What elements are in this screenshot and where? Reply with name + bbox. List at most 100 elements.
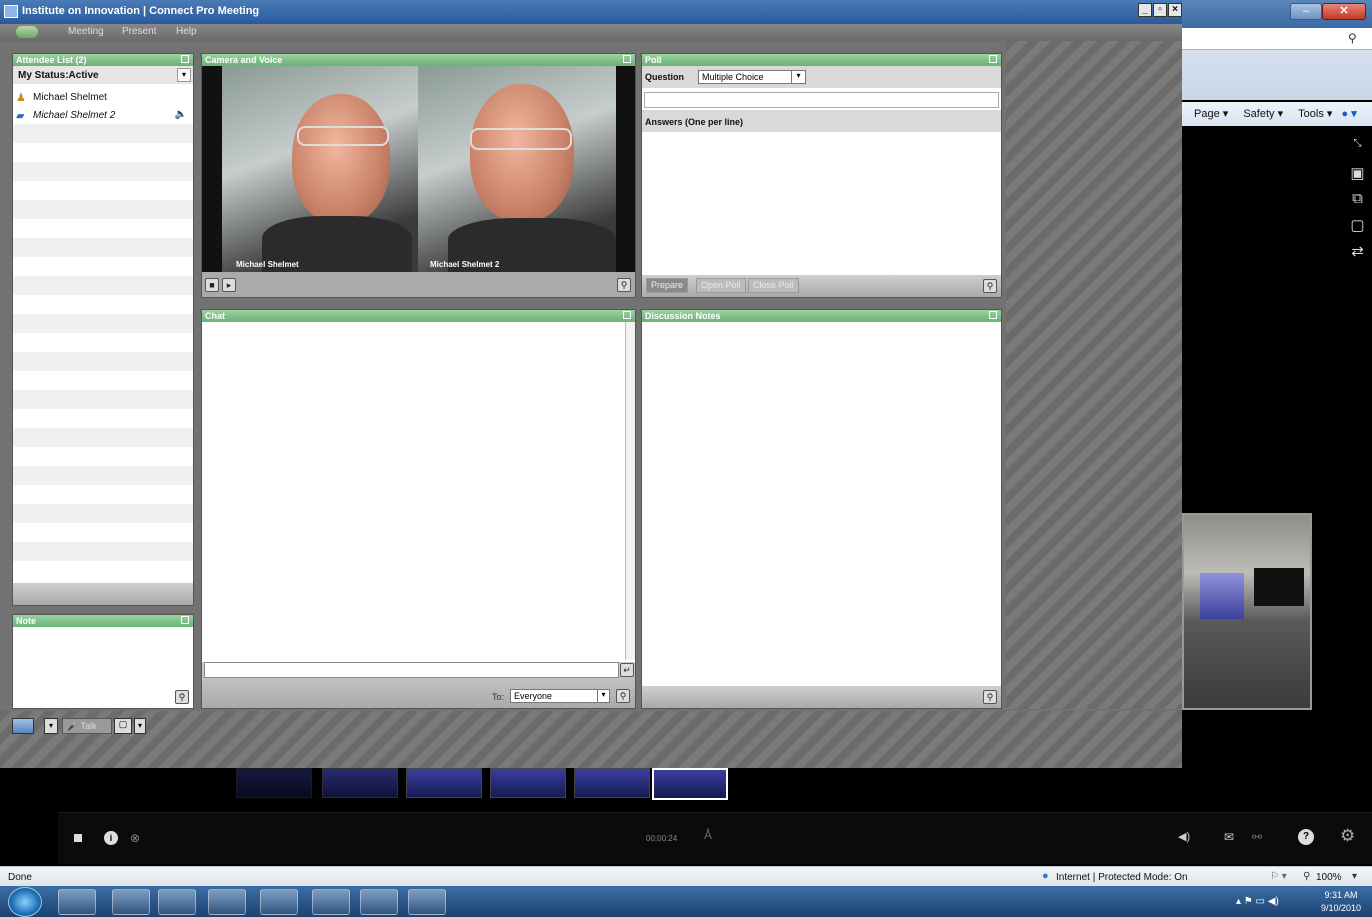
camera-icon[interactable]: ▸ [222, 278, 236, 292]
outlook-taskbar-icon[interactable] [260, 889, 298, 915]
explorer-taskbar-icon[interactable] [112, 889, 150, 915]
attendee-name: Michael Shelmet [33, 92, 107, 103]
safety-menu[interactable]: Safety ▾ [1237, 108, 1283, 120]
camera-toggle-button[interactable]: ▢ [114, 718, 132, 734]
slide-thumbnail[interactable] [574, 768, 650, 798]
chat-taskbar-icon[interactable] [208, 889, 246, 915]
app-taskbar-icon[interactable] [312, 889, 350, 915]
question-type-select[interactable]: Multiple Choice ▾ [698, 70, 806, 84]
share-button[interactable] [12, 718, 34, 734]
prepare-button[interactable]: Prepare [646, 278, 689, 293]
clock-date[interactable]: 9/10/2010 [1316, 903, 1366, 913]
clock-time[interactable]: 9:31 AM [1316, 890, 1366, 900]
zoom-level-icon[interactable]: ⚲ [1303, 871, 1310, 882]
talk-button[interactable]: 🎤 Talk [62, 718, 112, 734]
connect-taskbar-icon[interactable] [408, 889, 446, 915]
menu-bar: Meeting Present Help [0, 24, 1182, 41]
zoom-icon[interactable]: ⚲ [983, 690, 997, 704]
browser-minimize-button[interactable]: – [1290, 3, 1322, 20]
send-icon[interactable]: ↵ [620, 663, 634, 677]
search-icon[interactable]: ⚲ [1348, 31, 1357, 45]
wall-tv [1254, 568, 1304, 606]
stop-audio-icon[interactable]: ■ [205, 278, 219, 292]
chevron-down-icon[interactable]: ▾ [134, 718, 146, 734]
list-item[interactable]: ▰ Michael Shelmet 2 🔈 [13, 106, 193, 125]
start-button[interactable] [8, 887, 42, 917]
host-icon: ♟ [16, 92, 26, 104]
chevron-down-icon: ▾ [597, 690, 609, 702]
media-taskbar-icon[interactable] [158, 889, 196, 915]
slide-thumbnail[interactable] [406, 768, 482, 798]
zoom-icon[interactable]: ⚲ [175, 690, 189, 704]
pod-menu-icon[interactable] [623, 311, 631, 319]
pod-menu-icon[interactable] [181, 55, 189, 63]
rotate-icon[interactable]: ⇄ [1345, 242, 1370, 268]
pod-menu-icon[interactable] [989, 55, 997, 63]
info-icon[interactable]: i [104, 831, 118, 845]
pod-menu-icon[interactable] [623, 55, 631, 63]
help-icon[interactable]: ● ▾ [1342, 108, 1357, 120]
pod-menu-icon[interactable] [989, 311, 997, 319]
zoom-icon[interactable]: ⚲ [983, 279, 997, 293]
email-icon[interactable]: ✉ [1224, 830, 1234, 844]
maximize-button[interactable]: ▫ [1153, 3, 1167, 17]
volume-icon[interactable]: ◀) [1178, 830, 1190, 843]
tray-icons[interactable]: ▴ ⚑ ▭ ◀) [1236, 896, 1279, 907]
menu-help[interactable]: Help [176, 26, 197, 37]
fullscreen-icon[interactable]: ⤡ [1345, 138, 1370, 164]
pod-header: Poll [642, 54, 1001, 66]
menu-present[interactable]: Present [122, 26, 156, 37]
poll-pod: Poll Question Multiple Choice ▾ Answers (… [641, 53, 1002, 298]
security-zone[interactable]: Internet | Protected Mode: On [1056, 872, 1188, 883]
captions-icon[interactable]: ⊗ [130, 831, 140, 845]
stop-icon[interactable] [74, 834, 82, 842]
swap-layout-icon[interactable]: ⧉ [1345, 190, 1370, 216]
select-value: Multiple Choice [702, 72, 764, 82]
question-input[interactable] [644, 92, 999, 108]
ie-taskbar-icon[interactable] [58, 889, 96, 915]
browser-search-box[interactable] [1182, 28, 1372, 50]
slide-thumbnail[interactable] [490, 768, 566, 798]
recipient-select[interactable]: Everyone ▾ [510, 689, 610, 703]
zoom-level[interactable]: 100% [1316, 872, 1342, 883]
single-view-icon[interactable]: ▢ [1345, 216, 1370, 242]
video-feed[interactable]: Michael Shelmet 2 [418, 66, 616, 272]
chevron-down-icon[interactable]: ▾ [1352, 871, 1357, 882]
protected-mode-icon[interactable]: ⚐ ▾ [1270, 871, 1287, 882]
slide-thumbnail[interactable] [236, 768, 312, 798]
open-poll-button[interactable]: Open Poll [696, 278, 746, 293]
minimize-button[interactable]: _ [1138, 3, 1152, 17]
browser-close-button[interactable]: ✕ [1322, 3, 1366, 20]
globe-icon: ● [1042, 870, 1049, 882]
close-button[interactable]: × [1168, 3, 1182, 17]
status-text: Done [8, 872, 32, 883]
window-title: Institute on Innovation | Connect Pro Me… [22, 5, 260, 17]
slide-thumbnail-active[interactable] [652, 768, 728, 800]
pip-icon[interactable]: ▣ [1345, 164, 1370, 190]
presenter-icon: ▰ [16, 110, 25, 122]
chevron-down-icon: ▾ [791, 71, 805, 83]
pod-header: Camera and Voice [202, 54, 635, 66]
pod-footer [642, 686, 1001, 708]
chat-menu-icon[interactable]: ⚲ [616, 689, 630, 703]
chat-message-input[interactable] [204, 662, 619, 678]
close-poll-button[interactable]: Close Poll [748, 278, 799, 293]
video-feed[interactable]: Michael Shelmet [222, 66, 418, 272]
link-icon[interactable]: ⚯ [1252, 830, 1262, 844]
page-menu[interactable]: Page ▾ [1188, 108, 1228, 120]
zoom-icon[interactable]: ⚲ [617, 278, 631, 292]
chevron-down-icon[interactable]: ▾ [44, 718, 58, 734]
status-dropdown[interactable]: ▾ [177, 68, 191, 82]
pod-menu-icon[interactable] [181, 616, 189, 624]
slide-thumbnail[interactable] [322, 768, 398, 798]
menu-meeting[interactable]: Meeting [68, 26, 104, 37]
video-label: Michael Shelmet [236, 260, 299, 269]
settings-gear-icon[interactable]: ⚙ [1340, 826, 1355, 846]
tools-menu[interactable]: Tools ▾ [1292, 108, 1332, 120]
list-item[interactable]: ♟ Michael Shelmet [13, 88, 193, 107]
help-icon[interactable]: ? [1298, 829, 1314, 845]
chat-scrollbar[interactable] [625, 322, 635, 660]
window-titlebar: Institute on Innovation | Connect Pro Me… [0, 0, 1182, 24]
volume-knob-icon[interactable]: Å [704, 828, 716, 846]
powerpoint-taskbar-icon[interactable] [360, 889, 398, 915]
